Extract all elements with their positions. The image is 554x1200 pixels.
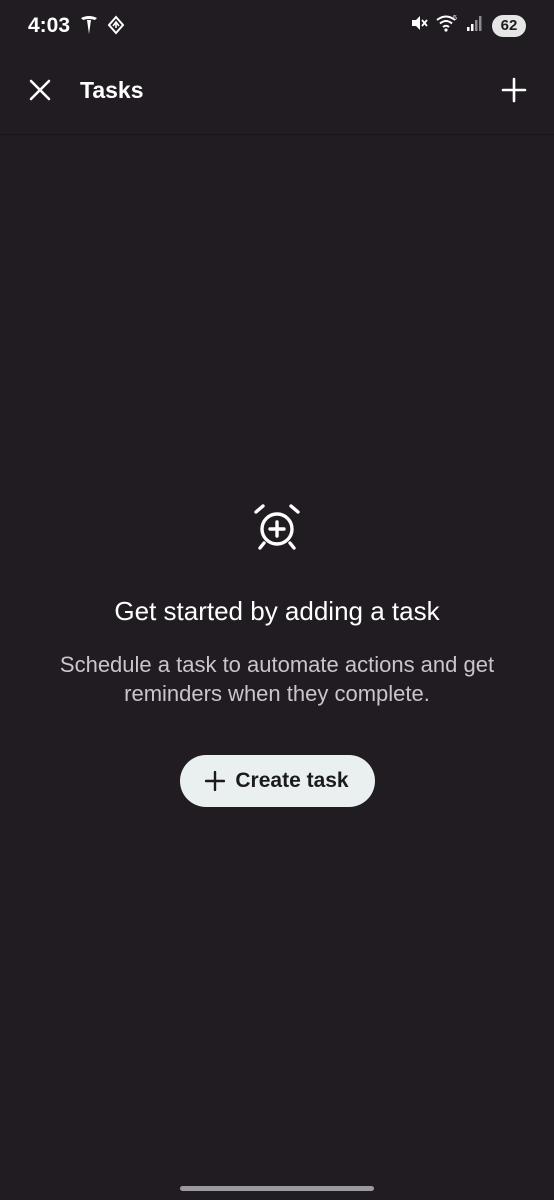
battery-indicator: 62 bbox=[492, 14, 526, 37]
plus-icon bbox=[205, 771, 226, 791]
status-time: 4:03 bbox=[28, 14, 71, 37]
empty-state-title: Get started by adding a task bbox=[114, 596, 440, 626]
status-bar: 4:03 5 62 bbox=[0, 0, 554, 54]
alarm-add-icon bbox=[254, 504, 300, 550]
diamond-nav-icon bbox=[107, 15, 125, 40]
empty-state: Get started by adding a task Schedule a … bbox=[0, 500, 554, 807]
create-task-label: Create task bbox=[235, 769, 349, 792]
status-left-icons bbox=[80, 15, 125, 40]
svg-text:5: 5 bbox=[453, 15, 457, 22]
empty-state-description: Schedule a task to automate actions and … bbox=[59, 652, 495, 706]
wifi-icon: 5 bbox=[436, 14, 458, 37]
close-button[interactable] bbox=[18, 68, 62, 112]
mute-icon bbox=[410, 14, 428, 37]
signal-icon bbox=[466, 14, 484, 37]
create-task-button[interactable]: Create task bbox=[179, 755, 375, 807]
gesture-navigation-bar[interactable] bbox=[180, 1186, 374, 1191]
page-title: Tasks bbox=[80, 77, 144, 103]
add-task-button[interactable] bbox=[492, 68, 536, 112]
plus-icon bbox=[501, 77, 527, 103]
status-right-icons: 5 62 bbox=[410, 14, 526, 37]
tesla-icon bbox=[80, 15, 98, 40]
close-icon bbox=[29, 79, 51, 101]
app-bar: Tasks bbox=[0, 54, 554, 135]
